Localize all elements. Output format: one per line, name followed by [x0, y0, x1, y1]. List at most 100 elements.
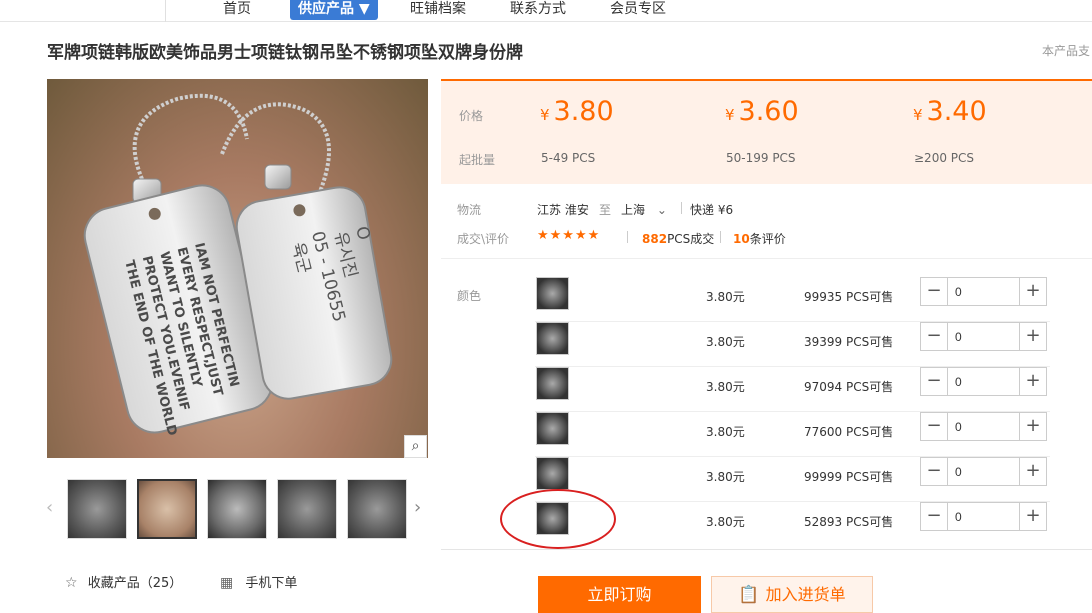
- quantity-stepper: −+: [920, 322, 1047, 351]
- review-count[interactable]: 10条评价: [733, 230, 786, 247]
- divider: [441, 258, 1092, 259]
- sku-stock: 39399 PCS可售: [804, 335, 894, 349]
- dog-tags-illustration: IAM NOT PERFECTIN EVERY RESPECT,JUST WAN…: [83, 93, 393, 438]
- sku-thumbnail[interactable]: [536, 367, 569, 400]
- main-product-image[interactable]: IAM NOT PERFECTIN EVERY RESPECT,JUST WAN…: [47, 79, 428, 458]
- plus-button[interactable]: +: [1019, 503, 1046, 530]
- top-nav: 首页 供应产品 ▼ 旺铺档案 联系方式 会员专区: [0, 0, 1092, 22]
- plus-button[interactable]: +: [1019, 413, 1046, 440]
- minus-button[interactable]: −: [921, 278, 948, 305]
- ship-dest-select[interactable]: 上海 ⌄: [621, 201, 667, 218]
- sku-thumbnail[interactable]: [536, 277, 569, 310]
- annotation-circle: [500, 489, 616, 549]
- sku-row: 3.80元99999 PCS可售−+: [535, 457, 1050, 502]
- gallery-thumbnail[interactable]: [207, 479, 267, 539]
- quantity-input[interactable]: [949, 413, 1019, 440]
- minus-button[interactable]: −: [921, 503, 948, 530]
- chevron-right-icon[interactable]: ›: [414, 497, 421, 518]
- mobile-order-label: 手机下单: [245, 576, 298, 591]
- quantity-stepper: −+: [920, 457, 1047, 486]
- sku-color-label: 颜色: [457, 289, 482, 303]
- sku-row: 3.80元39399 PCS可售−+: [535, 322, 1050, 367]
- gallery-thumbnail[interactable]: [277, 479, 337, 539]
- tier-range: 5-49 PCS: [541, 151, 596, 165]
- tier-range: ≥200 PCS: [914, 151, 975, 165]
- sold-count[interactable]: 882PCS成交: [642, 230, 714, 247]
- favorite-label: 收藏产品（25）: [87, 576, 183, 591]
- magnifier-icon[interactable]: ⌕: [404, 435, 427, 458]
- sku-stock: 77600 PCS可售: [804, 425, 894, 439]
- minus-button[interactable]: −: [921, 413, 948, 440]
- chevron-down-icon: ⌄: [656, 203, 667, 217]
- gallery-thumbnail-active[interactable]: [137, 479, 197, 539]
- sku-stock: 99935 PCS可售: [804, 290, 894, 304]
- star-outline-icon: ☆: [65, 575, 78, 591]
- quantity-stepper: −+: [920, 367, 1047, 396]
- gallery-thumbnail[interactable]: [347, 479, 407, 539]
- gallery-thumbnail[interactable]: [67, 479, 127, 539]
- plus-button[interactable]: +: [1019, 368, 1046, 395]
- nav-item-store-profile[interactable]: 旺铺档案: [410, 0, 466, 20]
- sku-row: 3.80元77600 PCS可售−+: [535, 412, 1050, 457]
- clipboard-icon: 📋: [738, 585, 760, 605]
- sku-price: 3.80元: [706, 290, 745, 304]
- tier-range: 50-199 PCS: [726, 151, 796, 165]
- sku-thumbnail[interactable]: [536, 322, 569, 355]
- quantity-stepper: −+: [920, 412, 1047, 441]
- add-to-purchase-list-button[interactable]: 📋 加入进货单: [711, 576, 873, 613]
- divider: [441, 549, 1092, 550]
- logistics-label: 物流: [457, 203, 482, 217]
- divider: [720, 231, 721, 243]
- add-to-list-label: 加入进货单: [765, 585, 846, 604]
- moq-label: 起批量: [459, 153, 496, 167]
- divider: [681, 202, 682, 214]
- ship-dest: 上海: [621, 203, 646, 217]
- tier-price: ¥3.60: [725, 96, 799, 127]
- reviews-label: 成交\评价: [457, 232, 510, 246]
- sku-thumbnail[interactable]: [536, 457, 569, 490]
- sku-price: 3.80元: [706, 380, 745, 394]
- price-label: 价格: [459, 109, 484, 123]
- quantity-stepper: −+: [920, 277, 1047, 306]
- sku-price: 3.80元: [706, 470, 745, 484]
- sku-price: 3.80元: [706, 425, 745, 439]
- minus-button[interactable]: −: [921, 323, 948, 350]
- minus-button[interactable]: −: [921, 368, 948, 395]
- quantity-stepper: −+: [920, 502, 1047, 531]
- sku-row: 3.80元99935 PCS可售−+: [535, 277, 1050, 322]
- sku-price: 3.80元: [706, 335, 745, 349]
- quantity-input[interactable]: [949, 323, 1019, 350]
- product-title: 军牌项链韩版欧美饰品男士项链钛钢吊坠不锈钢项坠双牌身份牌: [47, 43, 523, 63]
- plus-button[interactable]: +: [1019, 323, 1046, 350]
- plus-button[interactable]: +: [1019, 278, 1046, 305]
- sku-thumbnail[interactable]: [536, 412, 569, 445]
- ship-to-word: 至: [599, 203, 612, 217]
- rating-stars: ★★★★★: [537, 228, 601, 243]
- sku-row: 3.80元97094 PCS可售−+: [535, 367, 1050, 412]
- quantity-input[interactable]: [949, 278, 1019, 305]
- buy-now-button[interactable]: 立即订购: [538, 576, 701, 613]
- side-note: 本产品支: [1042, 44, 1091, 58]
- minus-button[interactable]: −: [921, 458, 948, 485]
- favorite-link[interactable]: ☆ 收藏产品（25）: [65, 572, 182, 591]
- quantity-input[interactable]: [949, 368, 1019, 395]
- plus-button[interactable]: +: [1019, 458, 1046, 485]
- nav-item-home[interactable]: 首页: [223, 0, 251, 20]
- quantity-input[interactable]: [949, 458, 1019, 485]
- nav-item-contact[interactable]: 联系方式: [510, 0, 566, 20]
- price-panel: [441, 79, 1092, 184]
- chevron-left-icon[interactable]: ‹: [46, 497, 53, 518]
- nav-item-members[interactable]: 会员专区: [610, 0, 666, 20]
- divider: [627, 231, 628, 243]
- mobile-order-link[interactable]: ▦ 手机下单: [220, 572, 297, 591]
- currency-symbol: ¥: [725, 106, 735, 124]
- quantity-input[interactable]: [949, 503, 1019, 530]
- nav-divider: [165, 0, 166, 22]
- sku-stock: 52893 PCS可售: [804, 515, 894, 529]
- currency-symbol: ¥: [540, 106, 550, 124]
- nav-item-products[interactable]: 供应产品 ▼: [290, 0, 378, 20]
- sku-price: 3.80元: [706, 515, 745, 529]
- sku-stock: 97094 PCS可售: [804, 380, 894, 394]
- qrcode-icon: ▦: [220, 575, 234, 591]
- shipping-fee: 快递 ¥6: [690, 203, 734, 217]
